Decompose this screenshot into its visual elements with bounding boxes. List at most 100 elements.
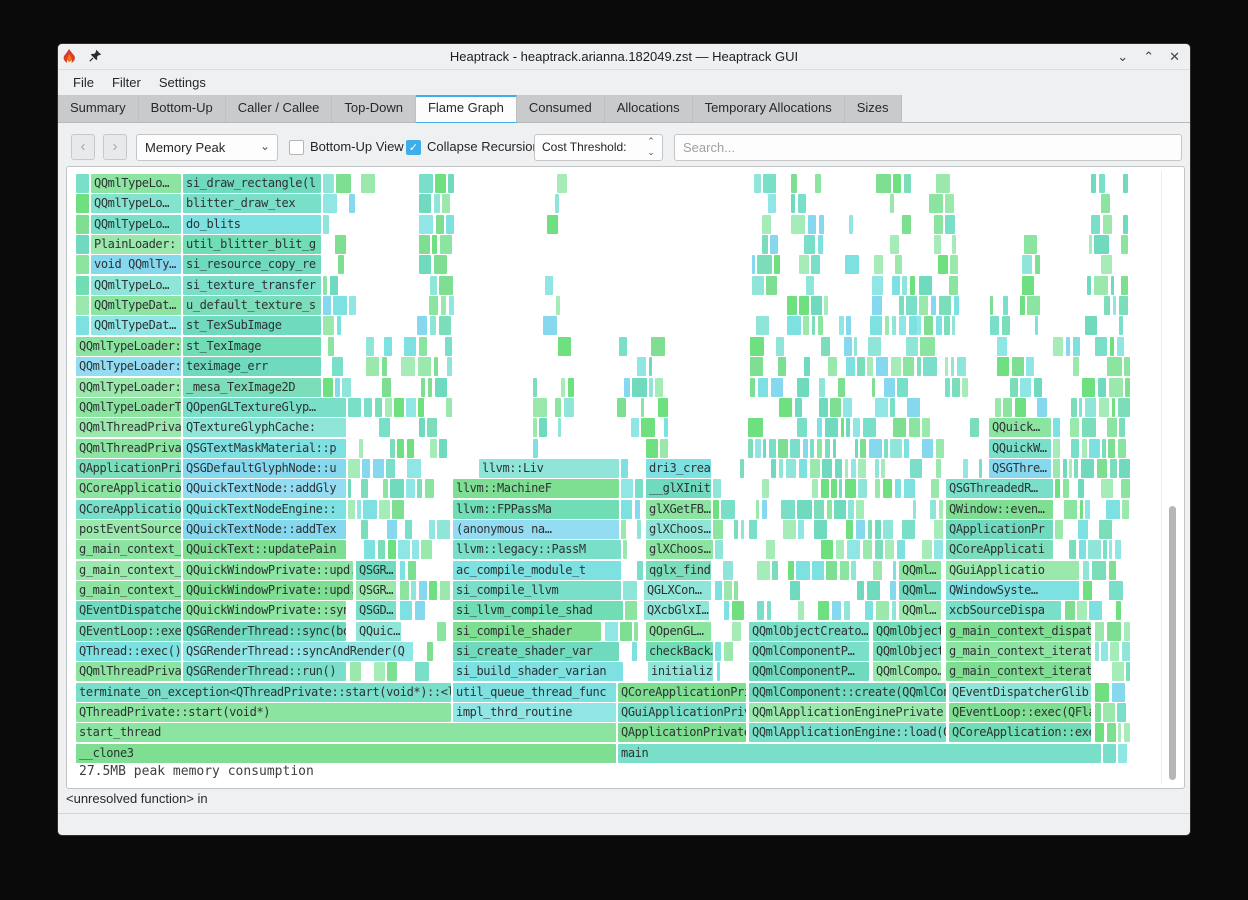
flame-cell-small[interactable] [1117, 703, 1125, 722]
flame-cell-small[interactable] [945, 215, 954, 234]
flame-cell[interactable]: __clone3 [76, 744, 616, 763]
flame-cell-small[interactable] [446, 398, 451, 417]
flame-cell-small[interactable] [776, 337, 785, 356]
flame-cell-small[interactable] [1020, 296, 1025, 315]
flame-cell[interactable]: (anonymous na… [453, 520, 619, 539]
flame-cell-small[interactable] [903, 357, 914, 376]
flame-cell-small[interactable] [76, 194, 89, 213]
flame-cell-small[interactable] [769, 439, 776, 458]
flame-cell[interactable]: QQmlTypeLo… [91, 276, 181, 295]
flame-cell-small[interactable] [833, 439, 836, 458]
flame-cell-small[interactable] [637, 561, 642, 580]
flame-cell-small[interactable] [625, 601, 637, 620]
flame-cell[interactable]: postEventSourceD: [76, 520, 181, 539]
flame-cell[interactable]: QQmlTypeLo… [91, 174, 181, 193]
flame-cell-small[interactable] [875, 398, 888, 417]
flame-cell[interactable]: glXChoos… [646, 540, 713, 559]
flame-cell-small[interactable] [397, 439, 404, 458]
flame-cell-small[interactable] [1071, 398, 1077, 417]
flame-cell-small[interactable] [417, 316, 427, 335]
flame-cell-small[interactable] [323, 174, 334, 193]
flame-cell-small[interactable] [415, 662, 429, 681]
flame-cell-small[interactable] [876, 174, 891, 193]
flame-cell-small[interactable] [408, 561, 416, 580]
flame-cell-small[interactable] [1124, 357, 1130, 376]
flame-cell-small[interactable] [768, 194, 776, 213]
flame-cell-small[interactable] [799, 296, 809, 315]
flame-cell-small[interactable] [846, 316, 851, 335]
flame-cell[interactable]: __glXInit [646, 479, 711, 498]
flame-cell[interactable]: QQmlTypeDat… [91, 316, 181, 335]
flame-cell-small[interactable] [895, 479, 902, 498]
flame-cell-small[interactable] [1071, 439, 1079, 458]
flame-cell-small[interactable] [349, 296, 356, 315]
flame-cell-small[interactable] [406, 479, 414, 498]
flame-cell-small[interactable] [1095, 622, 1104, 641]
flame-cell-small[interactable] [624, 378, 630, 397]
flame-cell[interactable]: QQuickWindowPrivate::syn [183, 601, 346, 620]
flame-cell[interactable]: QSGR… [356, 581, 396, 600]
flame-cell-small[interactable] [76, 235, 89, 254]
flame-cell-small[interactable] [717, 662, 720, 681]
flame-cell-small[interactable] [957, 357, 966, 376]
flame-cell-small[interactable] [883, 479, 892, 498]
flame-cell-small[interactable] [556, 296, 559, 315]
flame-cell-small[interactable] [741, 520, 745, 539]
flame-cell-small[interactable] [429, 520, 435, 539]
flame-cell-small[interactable] [558, 418, 561, 437]
flame-cell-small[interactable] [332, 357, 343, 376]
flame-cell-small[interactable] [366, 357, 379, 376]
flame-cell-small[interactable] [851, 561, 855, 580]
flame-cell-small[interactable] [783, 520, 796, 539]
flame-cell-small[interactable] [623, 581, 637, 600]
flame-cell-small[interactable] [890, 235, 899, 254]
flame-cell-small[interactable] [1112, 683, 1125, 702]
flame-cell-small[interactable] [790, 581, 800, 600]
flame-cell-small[interactable] [890, 398, 894, 417]
flame-cell-small[interactable] [374, 662, 384, 681]
flame-cell-small[interactable] [621, 479, 633, 498]
flame-cell-small[interactable] [1083, 561, 1089, 580]
flame-cell[interactable]: QXcbGlxI… [644, 601, 709, 620]
flame-cell-small[interactable] [1119, 418, 1125, 437]
flame-cell-small[interactable] [1081, 459, 1094, 478]
flame-cell-small[interactable] [336, 174, 351, 193]
flame-cell[interactable]: QCoreApplicationP [76, 500, 181, 519]
flame-cell-small[interactable] [1085, 500, 1091, 519]
flame-cell-small[interactable] [348, 500, 355, 519]
flame-cell-small[interactable] [752, 255, 755, 274]
flame-cell-small[interactable] [771, 378, 783, 397]
flame-cell-small[interactable] [939, 296, 951, 315]
flame-cell-small[interactable] [830, 398, 840, 417]
flame-cell[interactable]: si_texture_transfer [183, 276, 321, 295]
flame-cell[interactable]: QQuickText::updatePain [183, 540, 346, 559]
minimize-button[interactable]: ⌄ [1117, 49, 1128, 65]
flame-cell-small[interactable] [1124, 622, 1130, 641]
flame-cell-small[interactable] [763, 174, 775, 193]
flame-cell-small[interactable] [828, 357, 837, 376]
flame-cell-small[interactable] [1089, 439, 1100, 458]
flame-cell-small[interactable] [545, 276, 553, 295]
flame-cell-small[interactable] [419, 235, 430, 254]
flame-cell-small[interactable] [812, 316, 816, 335]
flame-cell-small[interactable] [432, 235, 437, 254]
group-by-dropdown[interactable]: Memory Peak ⌄ [136, 134, 278, 161]
flame-cell-small[interactable] [1098, 378, 1107, 397]
flame-cell-small[interactable] [839, 316, 844, 335]
flame-cell-small[interactable] [1121, 276, 1128, 295]
flame-cell-small[interactable] [1085, 316, 1097, 335]
flame-cell-small[interactable] [1112, 662, 1124, 681]
flame-cell-small[interactable] [778, 439, 788, 458]
flame-cell-small[interactable] [364, 540, 375, 559]
flame-cell-small[interactable] [872, 296, 882, 315]
flame-cell-small[interactable] [632, 642, 638, 661]
vertical-scrollbar[interactable] [1167, 169, 1179, 786]
flame-cell-small[interactable] [762, 215, 771, 234]
flame-cell-small[interactable] [419, 255, 431, 274]
tab-temporary-allocations[interactable]: Temporary Allocations [693, 95, 845, 122]
flame-cell[interactable]: QQml… [899, 581, 941, 600]
flame-cell-small[interactable] [750, 378, 755, 397]
flame-cell-small[interactable] [1063, 479, 1069, 498]
flame-cell-small[interactable] [1065, 601, 1075, 620]
flame-cell-small[interactable] [951, 357, 955, 376]
